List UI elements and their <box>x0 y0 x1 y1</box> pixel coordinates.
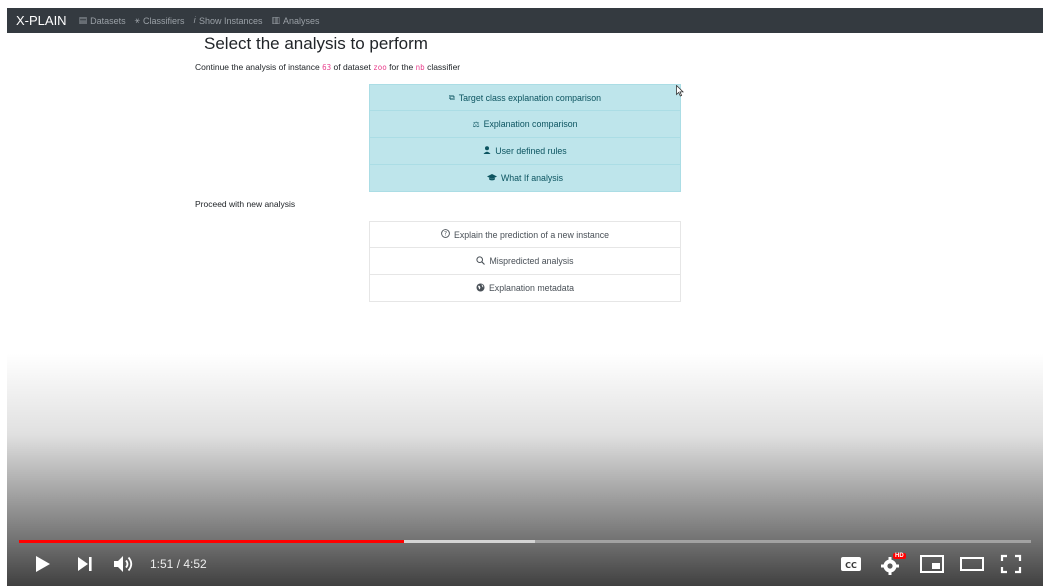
fullscreen-icon[interactable] <box>1000 554 1022 574</box>
cc-label: CC <box>845 561 857 570</box>
theater-icon[interactable] <box>960 554 984 574</box>
hd-badge: HD <box>893 553 906 559</box>
balance-scale-icon: ⚖ <box>472 119 480 129</box>
nav-analyses[interactable]: ▥ Analyses <box>271 15 319 26</box>
nav-show-instances[interactable]: 𝑖 Show Instances <box>194 15 263 26</box>
explanation-metadata-button[interactable]: Explanation metadata <box>369 275 681 302</box>
nav-datasets-label: Datasets <box>90 15 126 26</box>
time-separator: / <box>173 557 184 571</box>
nav-classifiers[interactable]: ⚹ Classifiers <box>135 15 185 26</box>
continue-analysis-list: ⧉ Target class explanation comparison ⚖ … <box>369 84 681 192</box>
search-icon <box>476 255 486 267</box>
robot-icon: ⚹ <box>134 15 141 25</box>
new-analysis-list: ? Explain the prediction of a new instan… <box>369 221 681 302</box>
brand[interactable]: X-PLAIN <box>16 13 67 28</box>
duration: 4:52 <box>183 557 207 571</box>
nav-show-instances-label: Show Instances <box>198 15 263 26</box>
continue-text: Continue the analysis of instance 63 of … <box>195 62 460 72</box>
explain-new-instance-button[interactable]: ? Explain the prediction of a new instan… <box>369 221 681 248</box>
graduation-cap-icon <box>486 173 497 183</box>
current-time: 1:51 <box>150 557 174 571</box>
question-circle-icon: ? <box>441 229 450 240</box>
time-display: 1:51 / 4:52 <box>150 557 207 571</box>
bar-chart-icon: ▥ <box>271 15 280 25</box>
target-class-comparison-button[interactable]: ⧉ Target class explanation comparison <box>369 84 681 111</box>
explanation-comparison-button[interactable]: ⚖ Explanation comparison <box>369 111 681 138</box>
nav-datasets[interactable]: ▤ Datasets <box>79 15 126 26</box>
what-if-analysis-button[interactable]: What If analysis <box>369 165 681 192</box>
instance-id: 63 <box>322 63 332 72</box>
next-icon[interactable] <box>76 554 94 574</box>
svg-text:?: ? <box>444 231 447 238</box>
user-icon <box>483 146 491 156</box>
player-controls: 1:51 / 4:52 CC HD <box>7 548 1043 580</box>
nav-analyses-label: Analyses <box>283 15 320 26</box>
continue-middle: of dataset <box>333 62 371 72</box>
globe-icon <box>476 283 485 294</box>
play-icon[interactable] <box>32 554 52 574</box>
info-icon: 𝑖 <box>193 15 196 25</box>
continue-prefix: Continue the analysis of instance <box>195 62 320 72</box>
classifier-name: nb <box>415 63 425 72</box>
mouse-cursor-icon <box>676 85 684 97</box>
target-class-comparison-label: Target class explanation comparison <box>458 92 601 103</box>
explanation-comparison-label: Explanation comparison <box>483 119 578 129</box>
proceed-heading: Proceed with new analysis <box>195 199 296 209</box>
page-title: Select the analysis to perform <box>204 34 428 53</box>
video-progress-bar[interactable] <box>19 540 1031 543</box>
explanation-metadata-label: Explanation metadata <box>488 283 575 293</box>
played-bar <box>19 540 404 543</box>
volume-icon[interactable] <box>113 554 137 574</box>
compare-icon: ⧉ <box>448 92 455 102</box>
nav-classifiers-label: Classifiers <box>143 15 185 26</box>
table-icon: ▤ <box>78 15 88 25</box>
user-defined-rules-label: User defined rules <box>495 146 567 156</box>
mispredicted-analysis-button[interactable]: Mispredicted analysis <box>369 248 681 275</box>
miniplayer-icon[interactable] <box>920 554 944 574</box>
captions-icon[interactable]: CC <box>840 554 862 574</box>
explain-new-instance-label: Explain the prediction of a new instance <box>453 229 610 240</box>
navbar: X-PLAIN ▤ Datasets ⚹ Classifiers 𝑖 Show … <box>7 8 1043 33</box>
user-defined-rules-button[interactable]: User defined rules <box>369 138 681 165</box>
dataset-name: zoo <box>373 63 387 72</box>
continue-suffix: classifier <box>427 62 461 72</box>
what-if-analysis-label: What If analysis <box>500 173 564 183</box>
continue-for-the: for the <box>389 62 414 72</box>
settings-button[interactable]: HD <box>880 553 906 576</box>
mispredicted-analysis-label: Mispredicted analysis <box>489 256 574 266</box>
screen: X-PLAIN ▤ Datasets ⚹ Classifiers 𝑖 Show … <box>7 8 1043 586</box>
